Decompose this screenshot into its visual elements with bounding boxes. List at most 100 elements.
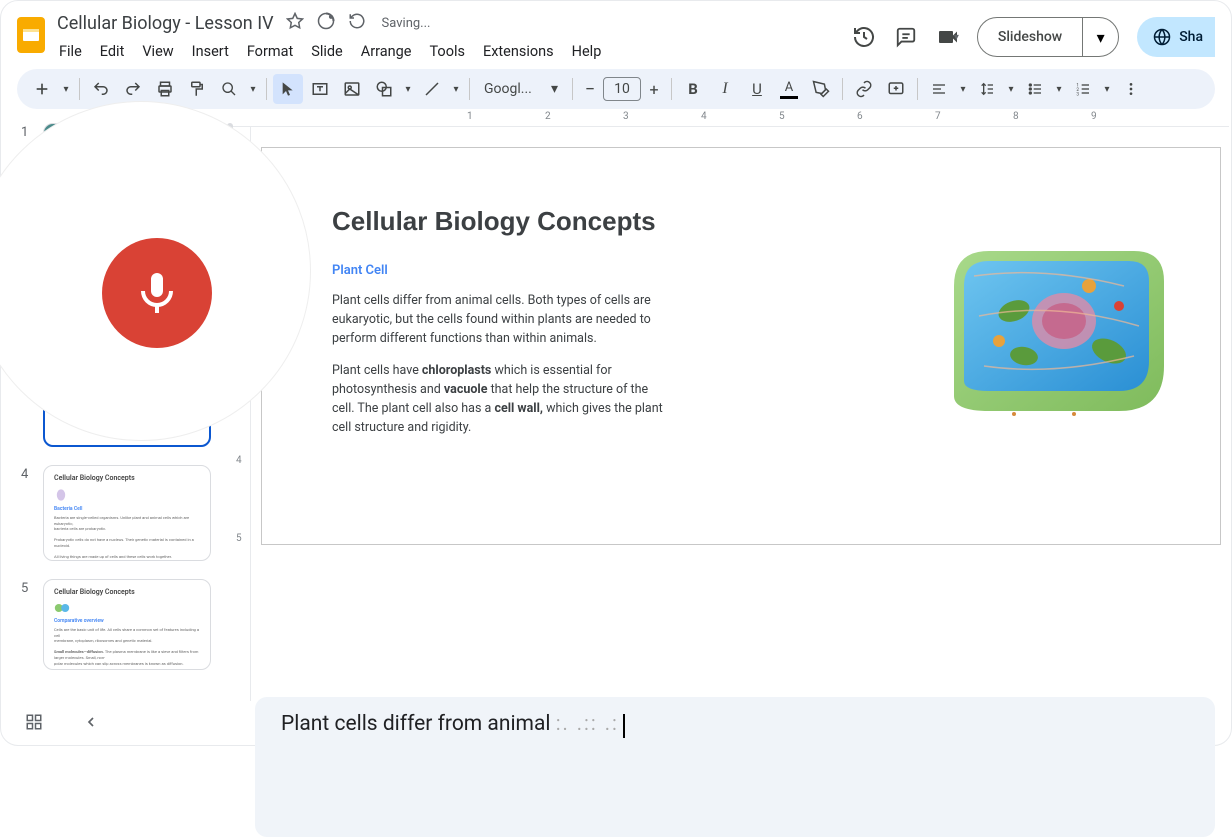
textbox-button[interactable] [305,74,335,104]
menu-arrange[interactable]: Arrange [353,39,420,64]
line-dropdown[interactable]: ▾ [449,84,463,95]
header-actions: ▾ Slideshow ▾ Sha [852,17,1215,57]
slide-subtitle[interactable]: Plant Cell [332,263,904,278]
thumb-title: Cellular Biology [56,162,198,171]
undo-button[interactable] [86,74,116,104]
bottom-bar [25,713,99,735]
menu-edit[interactable]: Edit [92,39,133,64]
slide-number: 4 [21,465,33,482]
zoom-dropdown[interactable]: ▾ [246,84,260,95]
menu-file[interactable]: File [57,39,90,64]
bullet-list-button[interactable] [1020,74,1050,104]
bullet-list-dropdown[interactable]: ▾ [1052,84,1066,95]
slide-title[interactable]: Cellular Biology Concepts [332,206,904,237]
slide-thumb-5[interactable]: Cellular Biology Concepts Comparative ov… [43,579,211,670]
font-size-input[interactable]: 10 [603,77,641,101]
notes-pending-dots: :. .:: .: [556,711,619,735]
bold-button[interactable]: B [678,74,708,104]
share-button[interactable]: Sha [1137,17,1215,57]
history-icon[interactable] [852,25,876,49]
thumb-title: Cellular Biology Concepts [54,588,200,596]
menu-tools[interactable]: Tools [421,39,473,64]
svg-text:3: 3 [1076,92,1079,97]
document-title[interactable]: Cellular Biology - Lesson IV [57,13,274,34]
more-button[interactable] [1116,74,1146,104]
align-button[interactable] [924,74,954,104]
notes-typed-text: Plant cells differ from animal [281,712,556,736]
select-tool[interactable] [273,74,303,104]
menu-insert[interactable]: Insert [184,39,237,64]
new-slide-dropdown[interactable]: ▾ [59,84,73,95]
shape-button[interactable] [369,74,399,104]
plant-cell-image[interactable] [924,216,1184,446]
slide-number: 1 [21,123,33,140]
vertical-ruler[interactable]: 1 2 3 4 5 [233,127,251,701]
zoom-button[interactable] [214,74,244,104]
comment-icon[interactable] [894,25,918,49]
slide-canvas[interactable]: Cellular Biology Concepts Plant Cell Pla… [251,127,1231,701]
font-size-plus[interactable]: + [643,74,665,104]
text-color-button[interactable]: A [774,74,804,104]
numbered-list-dropdown[interactable]: ▾ [1100,84,1114,95]
thumb-title: Cellular Biology Concepts [54,474,200,482]
caret-down-icon: ▾ [551,81,558,97]
thumb-subtitle: Bacteria Cell [54,506,200,512]
line-spacing-dropdown[interactable]: ▾ [1004,84,1018,95]
slides-logo[interactable] [11,15,51,55]
comment-add-button[interactable] [881,74,911,104]
link-button[interactable] [849,74,879,104]
menu-format[interactable]: Format [239,39,301,64]
menu-extensions[interactable]: Extensions [475,39,562,64]
toolbar: ▾ ▾ ▾ ▾ Googl... ▾ − 10 + B I U A ▾ ▾ ▾ 1… [17,69,1215,109]
reload-icon[interactable] [348,12,366,34]
star-icon[interactable] [286,12,304,34]
paint-format-button[interactable] [182,74,212,104]
align-dropdown[interactable]: ▾ [956,84,970,95]
text-cursor [623,714,625,738]
speaker-notes[interactable]: Plant cells differ from animal :. .:: .: [255,697,1215,837]
line-spacing-button[interactable] [972,74,1002,104]
line-button[interactable] [417,74,447,104]
app-header: Cellular Biology - Lesson IV Saving... F… [1,1,1231,69]
new-slide-button[interactable] [27,74,57,104]
slideshow-button[interactable]: Slideshow ▾ [977,17,1119,57]
slide-number: 3 [21,351,33,368]
slideshow-dropdown[interactable]: ▾ [1082,18,1118,56]
highlight-button[interactable] [806,74,836,104]
font-selector[interactable]: Googl... ▾ [476,81,566,97]
horizontal-ruler[interactable]: 1 2 3 4 5 6 7 8 9 [233,109,1229,127]
current-slide[interactable]: Cellular Biology Concepts Plant Cell Pla… [261,147,1221,545]
meet-button[interactable]: ▾ [936,25,959,49]
menu-slide[interactable]: Slide [303,39,351,64]
slide-thumb-1[interactable]: Cellular Biology Ms. Roller [43,123,211,219]
slide-paragraph-1[interactable]: Plant cells differ from animal cells. Bo… [332,292,672,348]
slide-thumb-3[interactable]: Cellular Biology Concepts Plant Cell Pla… [43,351,211,447]
approvals-icon[interactable] [316,11,336,35]
canvas-area: 1 2 3 4 5 6 7 8 9 1 2 3 4 5 Cellular Bio… [233,109,1231,701]
title-area: Cellular Biology - Lesson IV Saving... F… [51,9,852,64]
slide-thumb-4[interactable]: Cellular Biology Concepts Bacteria Cell … [43,465,211,561]
menu-help[interactable]: Help [564,39,610,64]
chevron-left-icon[interactable] [83,714,99,734]
image-button[interactable] [337,74,367,104]
main-area: 1 Cellular Biology Ms. Roller 2 3 Cellul… [1,109,1231,701]
slide-thumb-2[interactable] [43,237,211,333]
slide-text-content[interactable]: Cellular Biology Concepts Plant Cell Pla… [332,206,904,508]
slide-number: 5 [21,579,33,596]
slide-paragraph-2[interactable]: Plant cells have chloroplasts which is e… [332,362,672,437]
redo-button[interactable] [118,74,148,104]
filmstrip[interactable]: 1 Cellular Biology Ms. Roller 2 3 Cellul… [1,109,233,701]
font-size-minus[interactable]: − [579,74,601,104]
font-name-label: Googl... [484,81,532,97]
caret-down-icon: ▾ [954,32,959,43]
slideshow-label: Slideshow [978,29,1082,45]
menu-view[interactable]: View [134,39,181,64]
numbered-list-button[interactable]: 123 [1068,74,1098,104]
shape-dropdown[interactable]: ▾ [401,84,415,95]
italic-button[interactable]: I [710,74,740,104]
grid-view-icon[interactable] [25,713,43,735]
print-button[interactable] [150,74,180,104]
globe-icon [1153,28,1171,46]
underline-button[interactable]: U [742,74,772,104]
menu-bar: File Edit View Insert Format Slide Arran… [57,39,852,64]
